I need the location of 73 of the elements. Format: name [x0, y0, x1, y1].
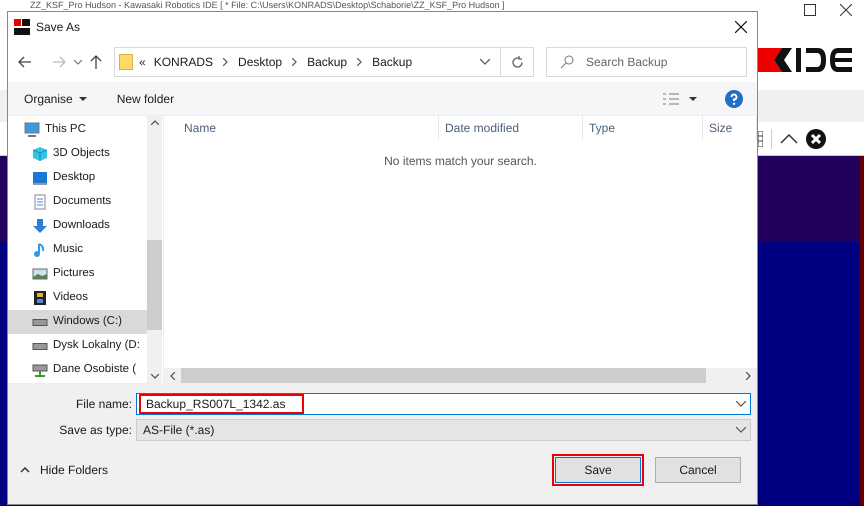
chevron-right-icon[interactable] — [223, 58, 228, 66]
down-arrow-icon — [32, 218, 48, 234]
monitor-icon — [24, 122, 40, 138]
chevron-right-icon[interactable] — [292, 58, 298, 66]
back-arrow-icon[interactable] — [18, 56, 32, 68]
hide-folders-button[interactable]: Hide Folders — [18, 461, 108, 479]
sidebar-item[interactable]: Dane Osobiste ( — [8, 358, 147, 382]
folder-icon — [119, 54, 133, 70]
file-type-dropdown[interactable]: AS-File (*.as) — [136, 419, 751, 441]
chevron-right-icon[interactable] — [746, 372, 751, 380]
breadcrumb[interactable]: KONRADS — [154, 53, 214, 71]
field-label: Save as type: — [58, 422, 133, 439]
drive-icon — [32, 318, 48, 326]
app-icon — [14, 19, 30, 35]
close-icon[interactable] — [840, 4, 852, 16]
breadcrumb[interactable]: Desktop — [238, 53, 282, 71]
film-icon — [32, 290, 48, 306]
address-bar[interactable]: « KONRADS Desktop Backup Backup — [114, 47, 534, 77]
landscape-icon — [32, 266, 48, 282]
cancel-button[interactable]: Cancel — [655, 457, 741, 483]
chevron-up-icon[interactable] — [150, 120, 158, 125]
file-name-field[interactable]: Backup_RS007L_1342.as — [139, 394, 304, 414]
sidebar-item[interactable]: This PC — [8, 118, 147, 142]
sidebar-item[interactable]: Windows (C:) — [8, 310, 147, 334]
search-icon — [560, 55, 574, 69]
refresh-icon — [510, 56, 524, 68]
chevron-down-icon[interactable] — [480, 59, 490, 65]
sidebar-item[interactable]: Pictures — [8, 262, 147, 286]
chevron-left-icon[interactable] — [170, 372, 175, 380]
chevron-down-icon[interactable] — [150, 374, 158, 379]
chevron-down-icon — [736, 427, 746, 433]
document-icon — [32, 194, 48, 210]
drive-icon — [32, 342, 48, 350]
breadcrumb[interactable]: Backup — [372, 53, 412, 71]
window-title: ZZ_KSF_Pro Hudson - Kawasaki Robotics IDE [ * File: C:\Users\KONRADS\Desktop\Schaborie\ZZ_KSF_Pro Hudson ] — [29, 0, 505, 10]
breadcrumb[interactable]: Backup — [307, 53, 348, 71]
dialog-title: Save As — [36, 19, 80, 36]
sidebar-item[interactable]: 3D Objects — [8, 142, 147, 166]
cube-icon — [32, 146, 48, 162]
sidebar-item[interactable]: Videos — [8, 286, 147, 310]
sidebar-item[interactable]: Desktop — [8, 166, 147, 190]
close-circle-icon[interactable] — [806, 128, 826, 148]
chevron-down-icon[interactable] — [74, 60, 82, 64]
new-folder-button[interactable]: New folder — [116, 90, 174, 108]
file-name-combo[interactable]: Backup_RS007L_1342.as — [136, 393, 751, 415]
empty-message: No items match your search. — [384, 153, 537, 170]
help-icon[interactable] — [725, 90, 743, 108]
search-field[interactable]: Search Backup — [546, 47, 747, 77]
network-drive-icon — [32, 362, 48, 378]
save-button[interactable]: Save — [555, 457, 641, 483]
column-header[interactable]: Type — [583, 116, 703, 140]
sidebar-item[interactable]: Documents — [8, 190, 147, 214]
column-header[interactable]: Size — [703, 116, 757, 140]
chevron-up-icon[interactable] — [780, 134, 798, 144]
column-header[interactable]: Name — [164, 116, 439, 140]
scrollbar-thumb[interactable] — [147, 240, 162, 330]
sidebar-item[interactable]: Dysk Lokalny (D: — [8, 334, 147, 358]
organise-menu[interactable]: Organise — [24, 90, 87, 108]
column-header[interactable]: Date modified — [439, 116, 583, 140]
sidebar-item[interactable]: Downloads — [8, 214, 147, 238]
field-label: File name: — [74, 396, 133, 413]
view-options-icon[interactable] — [663, 92, 697, 104]
close-icon[interactable] — [735, 21, 747, 33]
vertical-scrollbar[interactable] — [147, 116, 162, 383]
maximize-icon[interactable] — [804, 4, 816, 16]
screen-icon — [32, 170, 48, 186]
chevron-down-icon[interactable] — [736, 401, 746, 407]
overflow-chevrons[interactable]: « — [139, 53, 146, 71]
chevron-right-icon[interactable] — [357, 58, 362, 66]
chevron-up-icon — [20, 467, 30, 473]
sidebar-item[interactable]: Music — [8, 238, 147, 262]
up-arrow-icon[interactable] — [90, 55, 102, 69]
caret-down-icon — [78, 96, 87, 100]
